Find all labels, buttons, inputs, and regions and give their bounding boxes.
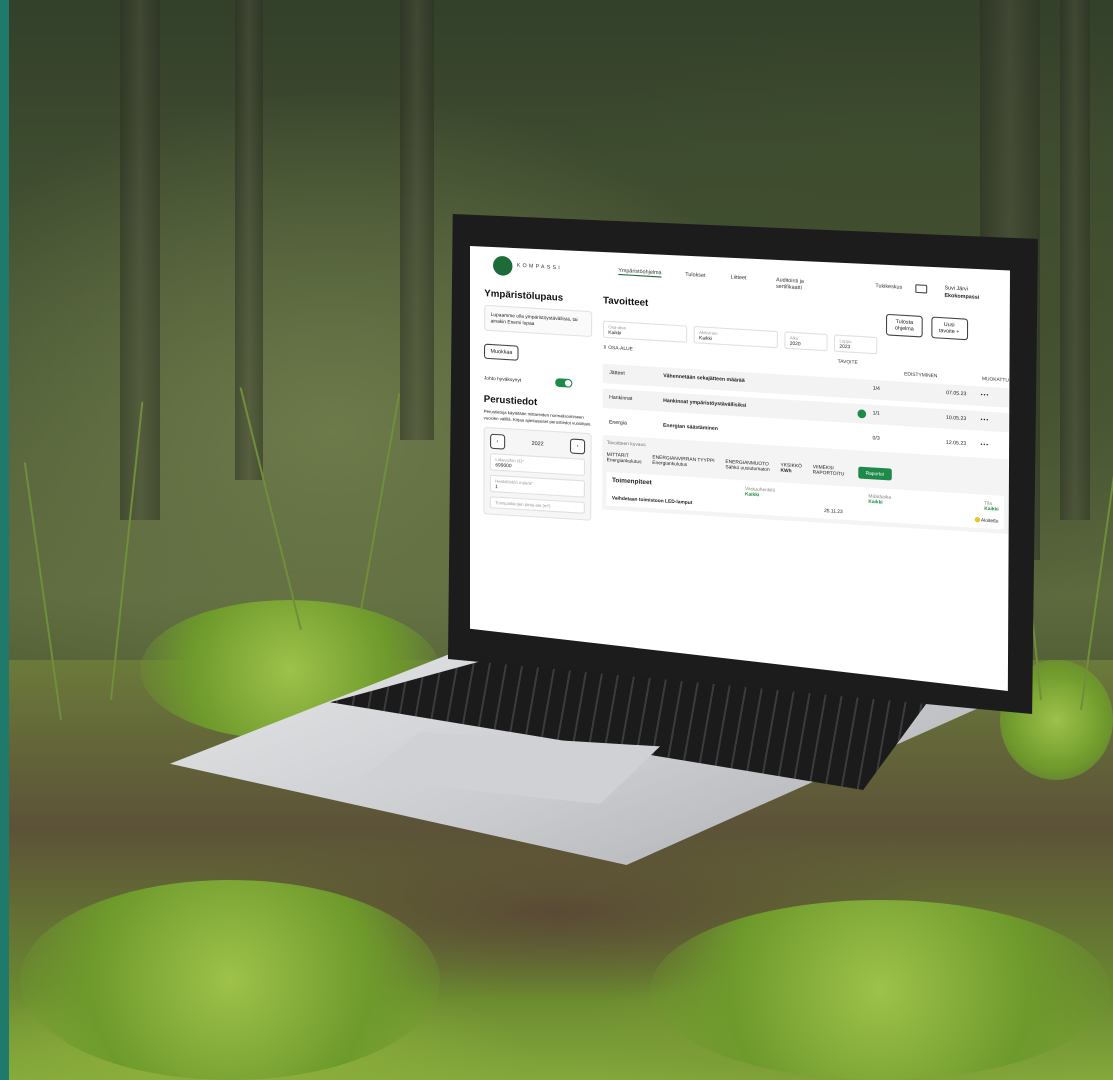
status-dot-icon	[974, 517, 980, 523]
goal-progress: 1/1	[872, 411, 880, 418]
basics-title: Perustiedot	[483, 393, 538, 408]
goal-date: 10.05.23	[946, 415, 967, 423]
nav-tulokset[interactable]: Tulokset	[685, 271, 705, 279]
moss	[20, 880, 440, 1080]
nav-tukikeskus[interactable]: Tukikeskus	[875, 283, 902, 291]
filter-area[interactable]: Osa-alue Kaikki	[602, 320, 688, 343]
nav-auditointi[interactable]: Auditointi ja sertifikaatti	[776, 277, 826, 293]
year-picker: ‹ 2022 ›	[490, 433, 586, 455]
goal-date: 12.05.23	[945, 440, 967, 448]
promise-text: Lupaamme olla ympäristöystävällisiä, tai…	[490, 311, 578, 327]
nav-ymparistoohjelma[interactable]: Ympäristöohjelma	[618, 267, 662, 278]
action-status: Aloitettu	[980, 517, 999, 524]
laptop-screen: KOMPASSI Ympäristöohjelma Tulokset Liitt…	[470, 246, 1010, 691]
moss	[650, 900, 1110, 1080]
user-org: Ekokompassi	[944, 292, 980, 302]
edit-wrap: Muokkaa	[483, 337, 593, 372]
filter-start-value: 2020	[789, 340, 801, 347]
actions-title: Toimenpiteet	[611, 477, 652, 487]
goals-panel: Tavoitteet Tulosta ohjelma Uusi tavoite …	[602, 295, 1009, 535]
promise-card: Lupaamme olla ympäristöystävällisiä, tai…	[484, 304, 593, 338]
staff-field[interactable]: Henkilöstön määrä* 1	[489, 474, 585, 498]
more-icon[interactable]: •••	[981, 393, 990, 399]
area-field[interactable]: Toimipaikkojen pinta-ala (m²)	[489, 496, 585, 514]
last-reported-label: VIIMEKSI RAPORTOITU	[812, 463, 845, 477]
year-value: 2022	[531, 440, 544, 448]
edit-button[interactable]: Muokkaa	[483, 343, 519, 361]
action-date: 25.11.23	[824, 507, 843, 515]
prev-year-button[interactable]: ‹	[490, 433, 505, 450]
logo-text: KOMPASSI	[516, 262, 562, 272]
col-area-label: OSA-ALUE	[608, 344, 633, 352]
filter-active[interactable]: Aktiivinen Kaikki	[693, 325, 778, 349]
basics-text: Perustietoja käytetään mittareiden norma…	[483, 408, 592, 427]
filter-end-value: 2023	[839, 343, 851, 350]
sidebar: Ympäristölupaus Lupaamme olla ympäristöy…	[483, 287, 593, 521]
tree-trunk	[120, 0, 160, 520]
owner-filter[interactable]: Vastuuhenkilö Kaikki	[745, 486, 775, 499]
col-modified: MUOKATTU	[981, 375, 1009, 383]
goal-name: Hankinnat ympäristöystävällisiksi	[663, 398, 747, 410]
goal-progress: 1/4	[872, 386, 880, 393]
status-filter[interactable]: Tila Kaikki	[984, 500, 998, 512]
deadline-value: Kaikki	[868, 498, 883, 505]
status-value: Kaikki	[984, 505, 999, 512]
tree-trunk	[1060, 0, 1090, 520]
revenue-field[interactable]: Liikevaihto (€)* 699000	[489, 453, 586, 477]
more-icon[interactable]: •••	[981, 418, 990, 424]
progress-pie-icon	[857, 409, 867, 419]
col-goal: TAVOITE	[837, 358, 858, 365]
metric-name: Energiankulutus	[606, 456, 642, 465]
goal-area: Energia	[608, 420, 627, 427]
goal-name: Energian säästäminen	[662, 423, 718, 433]
goal-area: Hankinnat	[609, 395, 633, 403]
goal-area: Jätteet	[609, 370, 625, 377]
new-goal-button[interactable]: Uusi tavoite +	[930, 316, 968, 341]
col-progress: EDISTYMINEN	[904, 371, 938, 379]
more-icon[interactable]: •••	[980, 443, 989, 449]
tree-trunk	[400, 0, 434, 440]
print-button[interactable]: Tulosta ohjelma	[885, 313, 923, 338]
goal-date: 07.05.23	[946, 390, 967, 398]
approved-row: Johto hyväksynyt	[484, 374, 592, 389]
nav-liitteet[interactable]: Liitteet	[731, 274, 747, 281]
brand-edge-strip	[0, 0, 9, 1080]
tree-trunk	[235, 0, 263, 480]
user-menu[interactable]: Suvi Järvi Ekokompassi	[944, 285, 979, 302]
area-label: Toimipaikkojen pinta-ala (m²)	[495, 499, 551, 509]
grass-blade	[239, 387, 302, 631]
app-ui: KOMPASSI Ympäristöohjelma Tulokset Liitt…	[476, 246, 1010, 667]
approved-label: Johto hyväksynyt	[483, 375, 522, 383]
goal-actions: Tulosta ohjelma Uusi tavoite +	[885, 313, 968, 341]
goal-name: Vähennetään sekajätteen määrää	[663, 373, 745, 385]
owner-value: Kaikki	[744, 491, 760, 498]
report-button[interactable]: Raportoi	[858, 466, 892, 481]
mail-icon[interactable]	[915, 284, 928, 294]
action-name: Vaihdetaan toimistoon LED-lamput	[611, 494, 693, 506]
approved-toggle[interactable]	[554, 378, 573, 388]
col-area[interactable]: ⇕ OSA-ALUE	[603, 344, 633, 352]
sidebar-title: Ympäristölupaus	[484, 287, 564, 303]
deadline-filter[interactable]: Määräaika Kaikki	[868, 493, 891, 505]
filter-end[interactable]: Loppu 2023	[834, 334, 878, 355]
goal-progress: 0/3	[872, 436, 880, 442]
grass-blade	[360, 393, 401, 611]
filter-start[interactable]: Alku 2020	[784, 331, 828, 352]
logo-icon	[492, 255, 513, 277]
next-year-button[interactable]: ›	[570, 438, 586, 455]
basics-card: ‹ 2022 › Liikevaihto (€)* 699000 Henkilö…	[483, 426, 592, 521]
